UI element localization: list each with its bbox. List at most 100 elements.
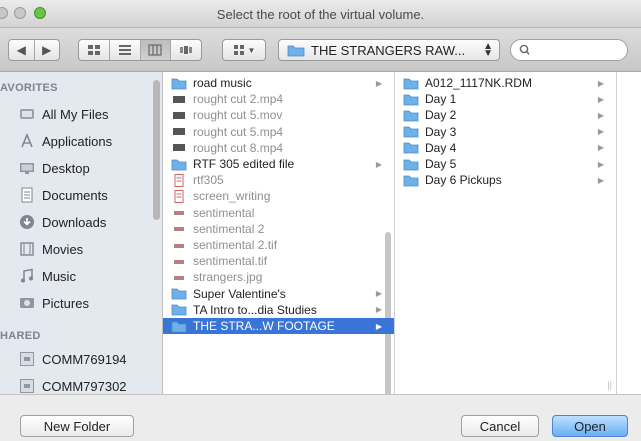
sidebar-item-documents[interactable]: Documents — [18, 183, 108, 207]
title-bar: Select the root of the virtual volume. — [0, 0, 641, 28]
disclosure-arrow-icon: ▶ — [375, 78, 382, 88]
file-row[interactable]: rought cut 5.mov — [163, 107, 394, 123]
arrange-menu[interactable]: ▼ — [222, 39, 266, 61]
new-folder-button[interactable]: New Folder — [20, 415, 134, 437]
sidebar-item-pictures[interactable]: Pictures — [18, 291, 89, 315]
folder-row[interactable]: Day 6 Pickups ▶ — [395, 172, 616, 188]
generic-file-icon — [174, 259, 184, 264]
folder-row[interactable]: Day 1 ▶ — [395, 91, 616, 107]
sidebar-item-applications[interactable]: Applications — [18, 129, 112, 153]
file-row[interactable]: rought cut 8.mp4 — [163, 140, 394, 156]
folder-row[interactable]: Day 4 ▶ — [395, 140, 616, 156]
folder-row[interactable]: A012_1117NK.RDM ▶ — [395, 75, 616, 91]
generic-file-icon — [174, 243, 184, 248]
file-row[interactable]: sentimental 2 — [163, 221, 394, 237]
folder-row[interactable]: TA Intro to...dia Studies ▶ — [163, 302, 394, 318]
folder-icon — [403, 159, 419, 170]
generic-file-icon — [174, 275, 184, 280]
folder-icon — [403, 142, 419, 154]
toolbar: ◀ ▶ ▼ THE STRANGERS RAW... ▲ ▼ — [0, 28, 641, 72]
coverflow-view-button[interactable] — [171, 40, 201, 60]
computer-icon — [18, 350, 36, 368]
back-button[interactable]: ◀ — [9, 40, 35, 60]
sidebar-item-desktop[interactable]: Desktop — [18, 156, 90, 180]
file-row[interactable]: sentimental.tif — [163, 253, 394, 269]
row-label: sentimental 2 — [193, 221, 265, 236]
file-row[interactable]: rtf305 — [163, 172, 394, 188]
sidebar-item-label: Movies — [42, 241, 84, 257]
file-row[interactable]: screen_writing — [163, 188, 394, 204]
folder-row[interactable]: Day 3 ▶ — [395, 124, 616, 140]
icon-view-button[interactable] — [79, 40, 110, 60]
search-input[interactable] — [533, 42, 627, 58]
open-button[interactable]: Open — [552, 415, 628, 437]
row-label: Day 4 — [425, 140, 457, 155]
pictures-icon — [18, 294, 36, 312]
row-label: Day 5 — [425, 157, 457, 171]
arrange-button[interactable]: ▼ — [223, 40, 265, 60]
row-label: TA Intro to...dia Studies — [193, 302, 317, 317]
disclosure-arrow-icon: ▶ — [597, 175, 604, 185]
folder-icon — [171, 288, 187, 300]
folder-icon — [171, 321, 187, 332]
folder-icon — [171, 304, 187, 316]
row-label: strangers.jpg — [193, 270, 263, 285]
file-row[interactable]: rought cut 2.mp4 — [163, 91, 394, 107]
row-label: Day 2 — [425, 108, 457, 123]
favorites-heading: AVORITES — [0, 82, 58, 94]
list-view-button[interactable] — [110, 40, 141, 60]
cancel-button[interactable]: Cancel — [461, 415, 539, 437]
folder-icon — [403, 175, 419, 187]
sidebar-item-movies[interactable]: Movies — [18, 237, 83, 261]
forward-arrow-icon: ▶ — [42, 43, 52, 57]
row-label: RTF 305 edited file — [193, 157, 295, 171]
folder-icon — [171, 159, 187, 170]
search-icon — [519, 44, 529, 56]
generic-file-icon — [174, 227, 184, 232]
row-label: road music — [193, 76, 252, 90]
column-resize-handle[interactable]: || — [607, 380, 612, 390]
sidebar-item-label: Pictures — [42, 295, 89, 311]
sidebar-item-music[interactable]: Music — [18, 264, 76, 288]
file-row[interactable]: sentimental — [163, 205, 394, 221]
browser-column-3 — [617, 72, 641, 394]
folder-row[interactable]: Super Valentine's ▶ — [163, 286, 394, 302]
file-row[interactable]: sentimental 2.tif — [163, 237, 394, 253]
sidebar-item-downloads[interactable]: Downloads — [18, 210, 106, 234]
folder-row[interactable]: RTF 305 edited file ▶ — [163, 156, 394, 172]
sidebar-item-comm797302[interactable]: COMM797302 — [18, 374, 127, 394]
sidebar-item-label: Music — [42, 268, 76, 284]
folder-row[interactable]: Day 2 ▶ — [395, 107, 616, 123]
sidebar-item-label: Downloads — [42, 214, 107, 230]
search-field[interactable] — [510, 39, 628, 61]
folder-icon — [403, 110, 419, 122]
path-popup[interactable]: THE STRANGERS RAW... ▲ ▼ — [278, 39, 500, 61]
disclosure-arrow-icon: ▶ — [375, 159, 382, 169]
computer-icon — [18, 377, 36, 394]
folder-icon — [287, 45, 305, 56]
arrange-grid-icon — [233, 45, 244, 55]
forward-button[interactable]: ▶ — [35, 40, 60, 60]
folder-row[interactable]: Day 5 ▶ — [395, 156, 616, 172]
file-row[interactable]: strangers.jpg — [163, 269, 394, 285]
sidebar-item-all-my-files[interactable]: All My Files — [18, 102, 108, 126]
video-file-icon — [173, 128, 185, 136]
sidebar-item-label: Desktop — [42, 160, 90, 176]
row-label: sentimental.tif — [193, 254, 268, 269]
music-icon — [18, 267, 36, 285]
file-row[interactable]: rought cut 5.mp4 — [163, 124, 394, 140]
all-files-icon — [18, 105, 36, 123]
folder-row[interactable]: road music ▶ — [163, 75, 394, 91]
sidebar-item-comm769194[interactable]: COMM769194 — [18, 347, 127, 371]
column-view-button[interactable] — [140, 40, 172, 60]
row-label: Super Valentine's — [193, 286, 286, 301]
folder-icon — [171, 78, 187, 89]
sidebar-scrollbar[interactable] — [153, 80, 160, 220]
folder-row[interactable]: THE STRA...W FOOTAGE ▶ — [163, 318, 394, 334]
row-label: rtf305 — [193, 173, 224, 188]
sidebar-item-label: Documents — [42, 187, 108, 203]
row-label: Day 1 — [425, 92, 457, 107]
icon-view-icon — [87, 45, 100, 55]
column-view-icon — [148, 44, 162, 56]
downloads-icon — [18, 213, 36, 231]
